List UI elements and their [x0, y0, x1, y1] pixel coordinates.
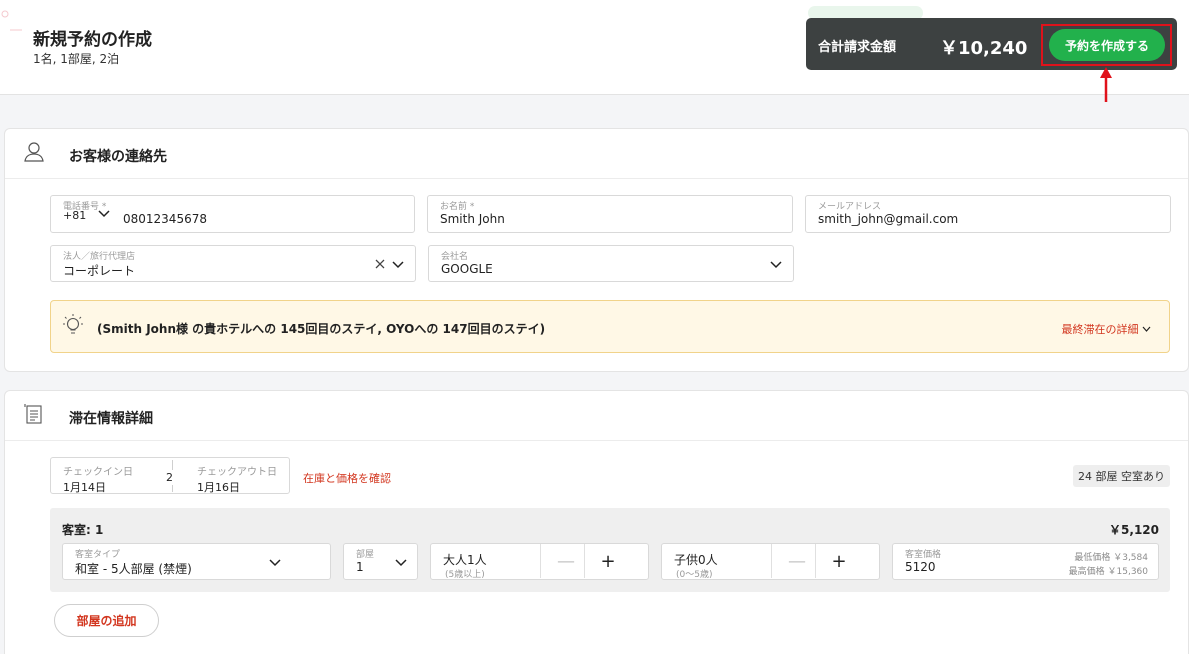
faint-logo: [0, 6, 40, 31]
stay-card-header: 滞在情報詳細: [5, 391, 1188, 441]
children-value: 子供0人: [674, 553, 718, 567]
room-rate-input[interactable]: 5120: [905, 560, 936, 574]
document-icon: [24, 403, 44, 429]
user-icon: [23, 141, 45, 167]
add-room-button[interactable]: 部屋の追加: [54, 604, 159, 637]
country-code: +81: [63, 209, 87, 222]
last-stay-details-link[interactable]: 最終滞在の詳細: [1062, 321, 1152, 337]
plus-icon[interactable]: +: [583, 544, 633, 578]
clear-icon[interactable]: [373, 257, 387, 271]
phone-field[interactable]: 電話番号 * +81 08012345678: [50, 195, 415, 233]
nights-count: 2: [164, 470, 175, 485]
chevron-down-icon[interactable]: [391, 257, 405, 271]
plus-icon[interactable]: +: [814, 544, 864, 578]
room-count-value: 1: [356, 560, 364, 574]
total-amount: ￥10,240: [940, 38, 1028, 59]
stay-history-notice: (Smith John様 の貴ホテルへの 145回目のステイ, OYOへの 14…: [50, 300, 1170, 353]
company-label: 会社名: [441, 252, 469, 262]
company-select[interactable]: 会社名 GOOGLE: [428, 245, 794, 282]
adults-value: 大人1人: [443, 553, 487, 567]
booking-summary: 1名, 1部屋, 2泊: [33, 52, 120, 66]
checkin-value[interactable]: 1月14日: [63, 479, 106, 495]
arrow-up-icon: [1098, 66, 1114, 108]
corporate-select[interactable]: 法人／旅行代理店 コーポレート: [50, 245, 416, 282]
email-label: メールアドレス: [818, 202, 882, 212]
chevron-down-icon[interactable]: [769, 257, 783, 271]
lightbulb-icon: [63, 313, 83, 343]
room-count-label: 部屋: [356, 550, 375, 560]
contact-card-header: お客様の連絡先: [5, 129, 1188, 179]
room-price: ￥5,120: [1109, 523, 1159, 537]
chevron-down-icon: [98, 210, 110, 218]
room-rate-field[interactable]: 客室価格 5120 最低価格 ￥3,584 最高価格 ￥15,360: [892, 543, 1159, 580]
room-rate-label: 客室価格: [905, 550, 942, 560]
phone-input[interactable]: 08012345678: [123, 212, 207, 226]
name-input[interactable]: Smith John: [440, 212, 505, 226]
name-label: お名前 *: [440, 202, 475, 212]
room-type-value: 和室 - 5人部屋 (禁煙): [75, 562, 192, 576]
chevron-down-icon: [395, 559, 407, 567]
checkout-label: チェックアウト日: [197, 467, 277, 478]
children-stepper[interactable]: 子供0人 (0〜5歳) — +: [661, 543, 880, 580]
checkout-value[interactable]: 1月16日: [197, 479, 240, 495]
email-input[interactable]: smith_john@gmail.com: [818, 212, 958, 226]
room-heading: 客室: 1: [62, 523, 104, 537]
adults-stepper[interactable]: 大人1人 (5歳以上) — +: [430, 543, 649, 580]
contact-section-title: お客様の連絡先: [69, 149, 167, 165]
availability-badge: 24 部屋 空室あり: [1073, 465, 1170, 487]
total-label: 合計請求金額: [818, 40, 897, 55]
children-note: (0〜5歳): [676, 570, 713, 580]
create-booking-button[interactable]: 予約を作成する: [1049, 29, 1165, 61]
max-price: 最高価格 ￥15,360: [1068, 567, 1148, 577]
check-availability-link[interactable]: 在庫と価格を確認: [303, 470, 391, 486]
country-code-select[interactable]: +81: [63, 209, 110, 222]
name-field[interactable]: お名前 * Smith John: [427, 195, 793, 233]
company-value: GOOGLE: [441, 262, 493, 276]
room-type-select[interactable]: 客室タイプ 和室 - 5人部屋 (禁煙): [62, 543, 331, 580]
corporate-value: コーポレート: [63, 264, 136, 278]
min-price: 最低価格 ￥3,584: [1074, 553, 1148, 563]
chevron-down-icon: [1142, 326, 1151, 332]
last-stay-details-label: 最終滞在の詳細: [1061, 323, 1139, 336]
stay-history-text: (Smith John様 の貴ホテルへの 145回目のステイ, OYOへの 14…: [97, 322, 546, 336]
room-type-label: 客室タイプ: [75, 550, 121, 560]
adults-note: (5歳以上): [445, 570, 485, 580]
email-field[interactable]: メールアドレス smith_john@gmail.com: [805, 195, 1171, 233]
corporate-label: 法人／旅行代理店: [63, 252, 136, 262]
page-title: 新規予約の作成: [33, 30, 152, 50]
checkin-label: チェックイン日: [63, 467, 133, 478]
stay-section-title: 滞在情報詳細: [69, 411, 153, 427]
date-range-picker[interactable]: チェックイン日 1月14日 2 チェックアウト日 1月16日: [50, 457, 290, 494]
room-count-select[interactable]: 部屋 1: [343, 543, 418, 580]
chevron-down-icon: [269, 559, 281, 567]
